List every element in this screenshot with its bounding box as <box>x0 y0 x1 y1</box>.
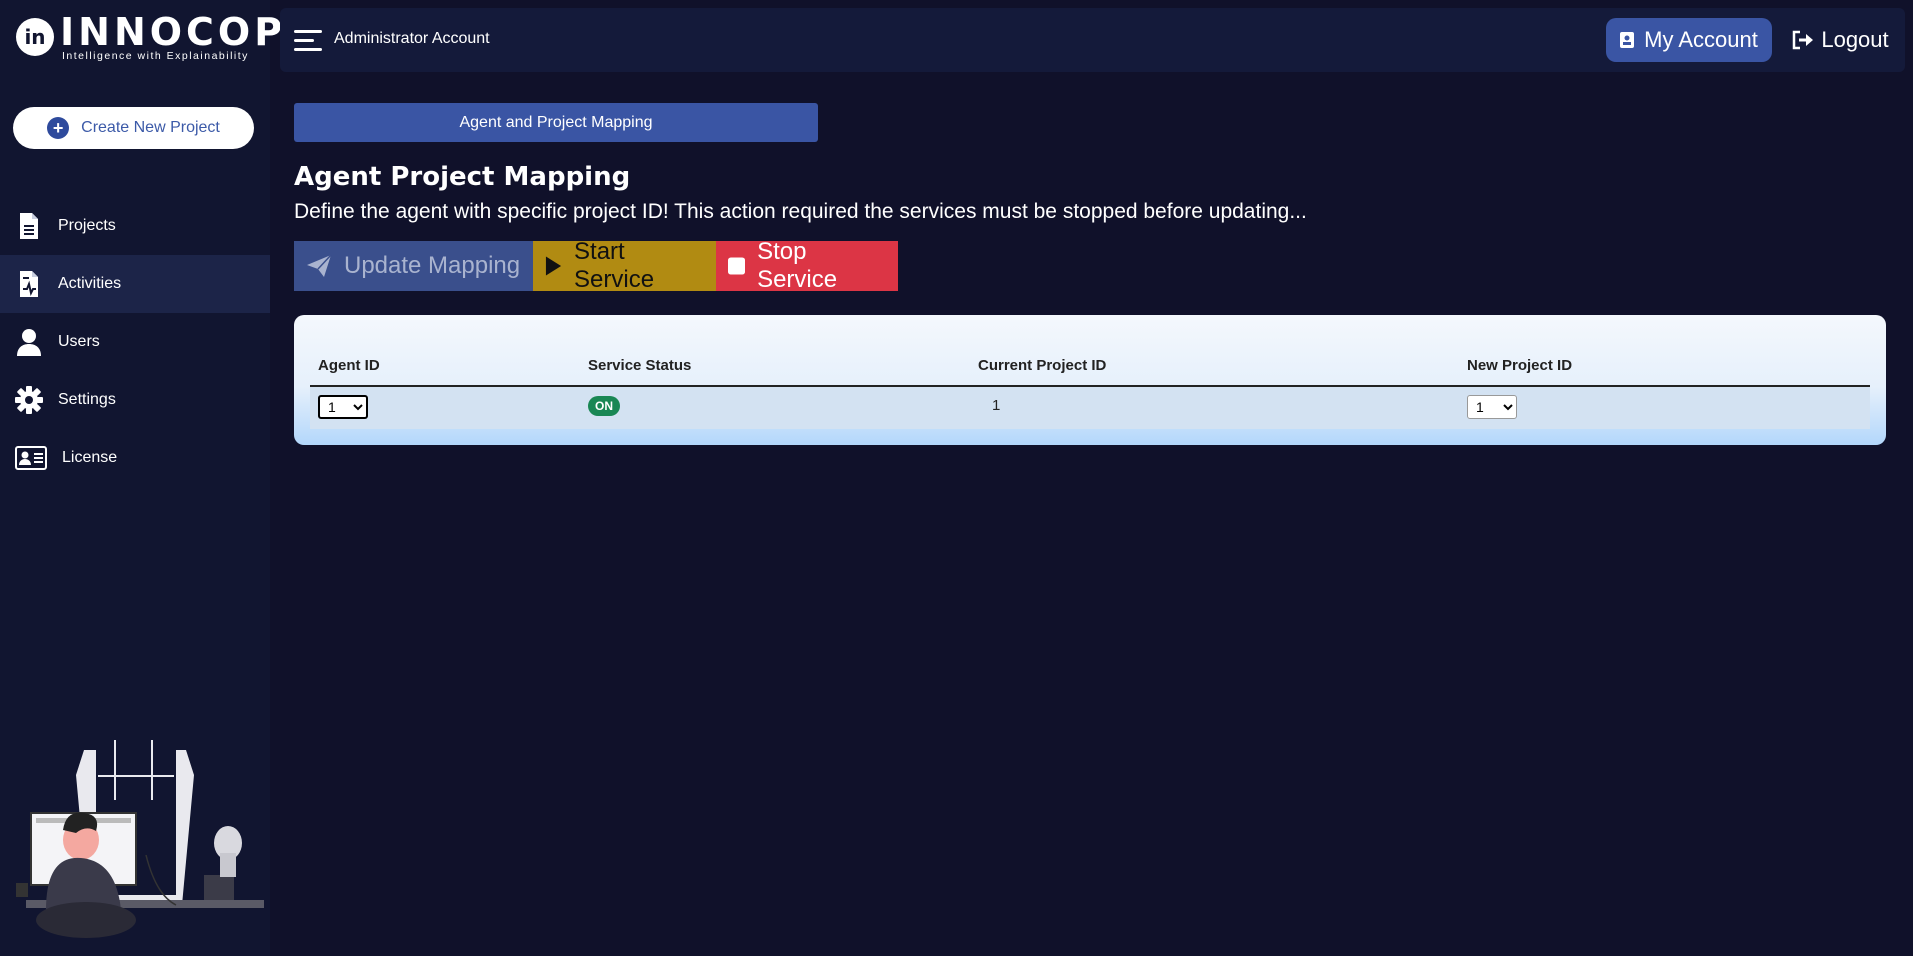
stop-icon <box>728 257 746 275</box>
mapping-table-card: Agent ID Service Status Current Project … <box>294 315 1886 445</box>
agent-id-cell: 1 <box>318 395 368 419</box>
sidebar-item-label: Users <box>58 333 100 350</box>
activity-document-icon <box>14 269 44 299</box>
id-badge-icon <box>1620 32 1635 48</box>
account-title: Administrator Account <box>334 30 490 47</box>
column-header-current-project-id: Current Project ID <box>978 357 1107 374</box>
status-badge: ON <box>588 396 620 416</box>
start-service-button[interactable]: Start Service <box>533 238 716 293</box>
agent-id-select[interactable]: 1 <box>318 395 368 419</box>
my-account-label: My Account <box>1644 27 1758 52</box>
sidebar-item-users[interactable]: Users <box>0 313 270 371</box>
action-buttons: Update Mapping Start Service Stop Servic… <box>294 238 898 293</box>
logout-label: Logout <box>1821 27 1889 52</box>
logout-icon <box>1793 30 1814 50</box>
user-icon <box>14 327 44 357</box>
sidebar-item-label: Projects <box>58 217 116 234</box>
new-project-id-cell: 1 <box>1467 395 1517 419</box>
update-mapping-button[interactable]: Update Mapping <box>294 241 533 291</box>
brand-tagline: Intelligence with Explainability <box>62 50 249 62</box>
sidebar-item-activities[interactable]: Activities <box>0 255 270 313</box>
page-description: Define the agent with specific project I… <box>294 200 1307 223</box>
mapping-table: Agent ID Service Status Current Project … <box>310 331 1870 429</box>
document-icon <box>14 211 44 241</box>
start-service-label: Start Service <box>574 238 655 293</box>
current-project-id-cell: 1 <box>992 397 1001 414</box>
column-header-new-project-id: New Project ID <box>1467 357 1573 374</box>
logout-button[interactable]: Logout <box>1785 18 1895 62</box>
sidebar-item-label: Settings <box>58 391 116 408</box>
table-row: 1 ON 1 1 <box>310 387 1870 429</box>
service-status-cell: ON <box>588 396 620 416</box>
my-account-button[interactable]: My Account <box>1606 18 1772 62</box>
plus-icon: + <box>47 117 70 139</box>
id-card-icon <box>14 443 48 473</box>
sidebar-item-projects[interactable]: Projects <box>0 197 270 255</box>
update-mapping-label: Update Mapping <box>344 252 521 279</box>
stop-service-button[interactable]: Stop Service <box>716 238 898 293</box>
sidebar-nav: Projects Activities Users Settings Licen… <box>0 197 270 487</box>
page-title: Agent Project Mapping <box>294 162 631 192</box>
sidebar-item-label: Activities <box>58 275 122 292</box>
menu-toggle-icon[interactable] <box>294 30 322 52</box>
top-bar: Administrator Account My Account Logout <box>280 8 1905 72</box>
brand-logo[interactable]: in INNOCOP Intelligence with Explainabil… <box>14 12 282 62</box>
play-icon <box>545 256 562 276</box>
column-header-agent-id: Agent ID <box>318 357 380 374</box>
create-new-project-button[interactable]: + Create New Project <box>13 107 254 149</box>
new-project-id-select[interactable]: 1 <box>1467 395 1517 419</box>
logo-mark-icon: in <box>16 18 54 56</box>
sidebar-item-settings[interactable]: Settings <box>0 371 270 429</box>
workspace-illustration <box>16 740 264 938</box>
sidebar-item-label: License <box>62 449 118 466</box>
table-header: Agent ID Service Status Current Project … <box>310 331 1870 387</box>
create-new-project-label: Create New Project <box>81 119 220 136</box>
sidebar: in INNOCOP Intelligence with Explainabil… <box>0 0 282 956</box>
tab-agent-project-mapping[interactable]: Agent and Project Mapping <box>294 103 818 142</box>
column-header-service-status: Service Status <box>588 357 692 374</box>
gear-icon <box>14 385 44 415</box>
brand-name: INNOCOP <box>60 10 287 54</box>
paper-plane-icon <box>307 254 332 277</box>
sidebar-item-license[interactable]: License <box>0 429 270 487</box>
stop-service-label: Stop Service <box>757 238 838 293</box>
